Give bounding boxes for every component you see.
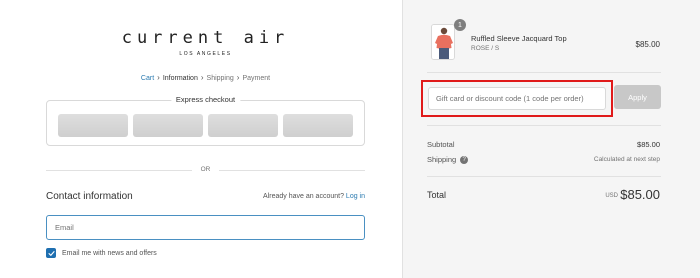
total-value: $85.00 [620, 187, 660, 202]
product-price: $85.00 [635, 40, 660, 49]
order-summary-panel: 1 Ruffled Sleeve Jacquard Top ROSE / S $… [402, 0, 700, 278]
product-variant: ROSE / S [471, 45, 500, 52]
newsletter-label: Email me with news and offers [62, 249, 157, 257]
divider-line [427, 176, 661, 177]
email-field[interactable] [46, 215, 365, 240]
chevron-right-icon: › [236, 73, 240, 82]
newsletter-option: Email me with news and offers [46, 248, 157, 258]
logo-tagline: LOS ANGELES [179, 51, 232, 57]
quantity-badge: 1 [454, 19, 466, 31]
account-prompt-text: Already have an account? [263, 193, 344, 200]
discount-highlight-box [421, 80, 613, 117]
checkmark-icon [47, 250, 55, 256]
express-pay-button-4[interactable] [283, 114, 353, 137]
express-checkout-box: Express checkout [46, 95, 365, 146]
shipping-value: Calculated at next step [593, 156, 660, 163]
product-photo [432, 25, 454, 59]
divider-line [427, 125, 661, 126]
discount-code-input[interactable] [428, 87, 606, 110]
product-image [431, 24, 455, 60]
checkout-main-panel: current air LOS ANGELES Cart › Information… [0, 0, 402, 278]
breadcrumb-payment: Payment [242, 75, 271, 82]
or-divider: OR [46, 166, 365, 174]
or-label: OR [200, 166, 211, 173]
store-logo[interactable]: current air LOS ANGELES [46, 28, 365, 57]
login-link[interactable]: Log in [346, 193, 365, 200]
subtotal-value: $85.00 [637, 140, 660, 149]
express-pay-button-1[interactable] [58, 114, 128, 137]
apply-discount-button[interactable]: Apply [614, 85, 661, 109]
chevron-right-icon: › [200, 73, 204, 82]
newsletter-checkbox[interactable] [46, 248, 56, 258]
chevron-right-icon: › [157, 73, 160, 82]
shipping-row: Shipping? [427, 155, 469, 165]
shipping-label: Shipping [427, 155, 457, 164]
divider-line [219, 170, 365, 171]
divider-line [427, 72, 661, 73]
account-prompt: Already have an account? Log in [263, 193, 365, 200]
contact-section-title: Contact information [46, 191, 133, 202]
express-checkout-title: Express checkout [170, 95, 241, 104]
total-currency: USD [605, 193, 618, 199]
breadcrumb-cart[interactable]: Cart [141, 75, 154, 82]
total-label: Total [427, 190, 447, 200]
logo-wordmark: current air [121, 28, 290, 48]
product-name: Ruffled Sleeve Jacquard Top [471, 34, 567, 43]
breadcrumb-information: Information [162, 75, 198, 82]
subtotal-label: Subtotal [427, 140, 455, 149]
divider-line [46, 170, 192, 171]
express-pay-button-2[interactable] [133, 114, 203, 137]
breadcrumb-shipping: Shipping [206, 75, 234, 82]
express-pay-button-3[interactable] [208, 114, 278, 137]
question-icon[interactable]: ? [460, 156, 469, 165]
breadcrumb: Cart › Information › Shipping › Payment [46, 73, 365, 82]
